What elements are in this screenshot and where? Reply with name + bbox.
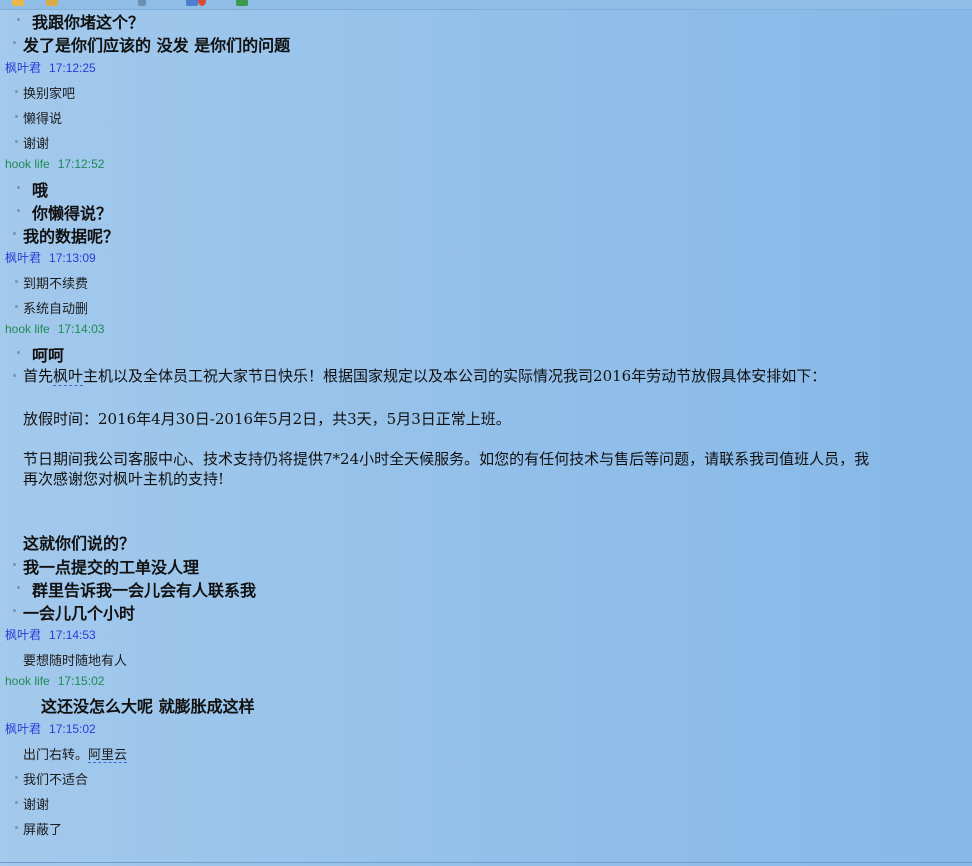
message-text: 我一点提交的工单没人理	[23, 558, 200, 577]
message-time: 17:15:02	[57, 674, 105, 688]
message-time: 17:14:03	[57, 322, 105, 336]
divider	[0, 862, 972, 863]
message-text: 谢谢	[23, 797, 50, 812]
message-time: 17:13:09	[49, 251, 96, 265]
keyword-link[interactable]: 阿里云	[88, 747, 128, 763]
notice-line: 首先枫叶主机以及全体员工祝大家节日快乐！根据国家规定以及本公司的实际情况我司20…	[23, 365, 826, 386]
bullet-icon	[13, 374, 16, 377]
bullet-icon	[13, 609, 16, 612]
alert-icon[interactable]	[198, 0, 206, 6]
message-text: 我的数据呢？	[23, 227, 120, 246]
message-text: 这就你们说的？	[23, 534, 136, 553]
message-text: 这还没怎么大呢 就膨胀成这样	[41, 697, 255, 716]
message-text: 我们不适合	[23, 772, 89, 787]
notice-link[interactable]: 枫叶	[53, 367, 84, 386]
message-text: 一会儿几个小时	[23, 604, 136, 623]
message-text: 懒得说	[23, 111, 63, 126]
bullet-icon	[17, 586, 20, 589]
bullet-icon	[15, 801, 18, 804]
file-icon[interactable]	[236, 0, 248, 6]
notice-text: 首先	[23, 367, 54, 385]
bullet-icon	[17, 18, 20, 21]
toolbar-strip	[0, 0, 972, 10]
message-header: hook life 17:15:02	[5, 674, 104, 688]
sender-name[interactable]: hook life	[5, 674, 50, 688]
message-header: 枫叶君 17:12:25	[5, 59, 96, 76]
message-text: 你懒得说？	[32, 204, 113, 223]
image-icon[interactable]	[186, 0, 198, 6]
emoji-icon[interactable]	[12, 0, 24, 6]
bullet-icon	[17, 186, 20, 189]
bullet-icon	[13, 41, 16, 44]
bullet-icon	[15, 776, 18, 779]
message-text: 换别家吧	[23, 86, 76, 101]
bullet-icon	[15, 140, 18, 143]
sender-name[interactable]: 枫叶君	[5, 251, 41, 265]
message-time: 17:14:53	[49, 628, 96, 642]
message-header: hook life 17:12:52	[5, 157, 104, 171]
message-header: 枫叶君 17:13:09	[5, 249, 96, 266]
message-text: 系统自动删	[23, 301, 89, 316]
message-text: 要想随时随地有人	[23, 653, 128, 668]
message-text: 我跟你堵这个？	[32, 13, 145, 32]
message-text: 发了是你们应该的 没发 是你们的问题	[23, 36, 291, 55]
notice-line: 再次感谢您对枫叶主机的支持!	[23, 470, 225, 488]
message-text: 出门右转。阿里云	[23, 744, 128, 763]
message-text-part: 出门右转。	[23, 747, 89, 762]
sender-name[interactable]: 枫叶君	[5, 628, 41, 642]
message-text: 哦	[32, 181, 49, 200]
bullet-icon	[13, 232, 16, 235]
message-text: 屏蔽了	[23, 822, 63, 837]
message-text: 谢谢	[23, 136, 50, 151]
sender-name[interactable]: hook life	[5, 322, 50, 336]
screenshot-icon[interactable]	[138, 0, 146, 6]
sender-name[interactable]: hook life	[5, 157, 50, 171]
bullet-icon	[15, 280, 18, 283]
message-text: 到期不续费	[23, 276, 89, 291]
message-text: 群里告诉我一会儿会有人联系我	[32, 581, 257, 600]
message-header: hook life 17:14:03	[5, 322, 104, 336]
notice-line: 节日期间我公司客服中心、技术支持仍将提供7*24小时全天候服务。如您的有任何技术…	[23, 450, 870, 468]
bullet-icon	[15, 90, 18, 93]
bullet-icon	[17, 209, 20, 212]
message-time: 17:15:02	[49, 722, 96, 736]
bullet-icon	[17, 351, 20, 354]
sender-name[interactable]: 枫叶君	[5, 61, 41, 75]
message-time: 17:12:25	[49, 61, 96, 75]
message-header: 枫叶君 17:15:02	[5, 720, 96, 737]
message-text: 呵呵	[32, 346, 65, 365]
bullet-icon	[15, 305, 18, 308]
message-header: 枫叶君 17:14:53	[5, 626, 96, 643]
sender-name[interactable]: 枫叶君	[5, 722, 41, 736]
bullet-icon	[13, 563, 16, 566]
font-icon[interactable]	[46, 0, 58, 6]
bullet-icon	[15, 115, 18, 118]
bullet-icon	[15, 826, 18, 829]
message-time: 17:12:52	[57, 157, 105, 171]
notice-line: 放假时间：2016年4月30日-2016年5月2日，共3天，5月3日正常上班。	[23, 410, 511, 428]
notice-text: 主机以及全体员工祝大家节日快乐！根据国家规定以及本公司的实际情况我司2016年劳…	[83, 367, 827, 385]
